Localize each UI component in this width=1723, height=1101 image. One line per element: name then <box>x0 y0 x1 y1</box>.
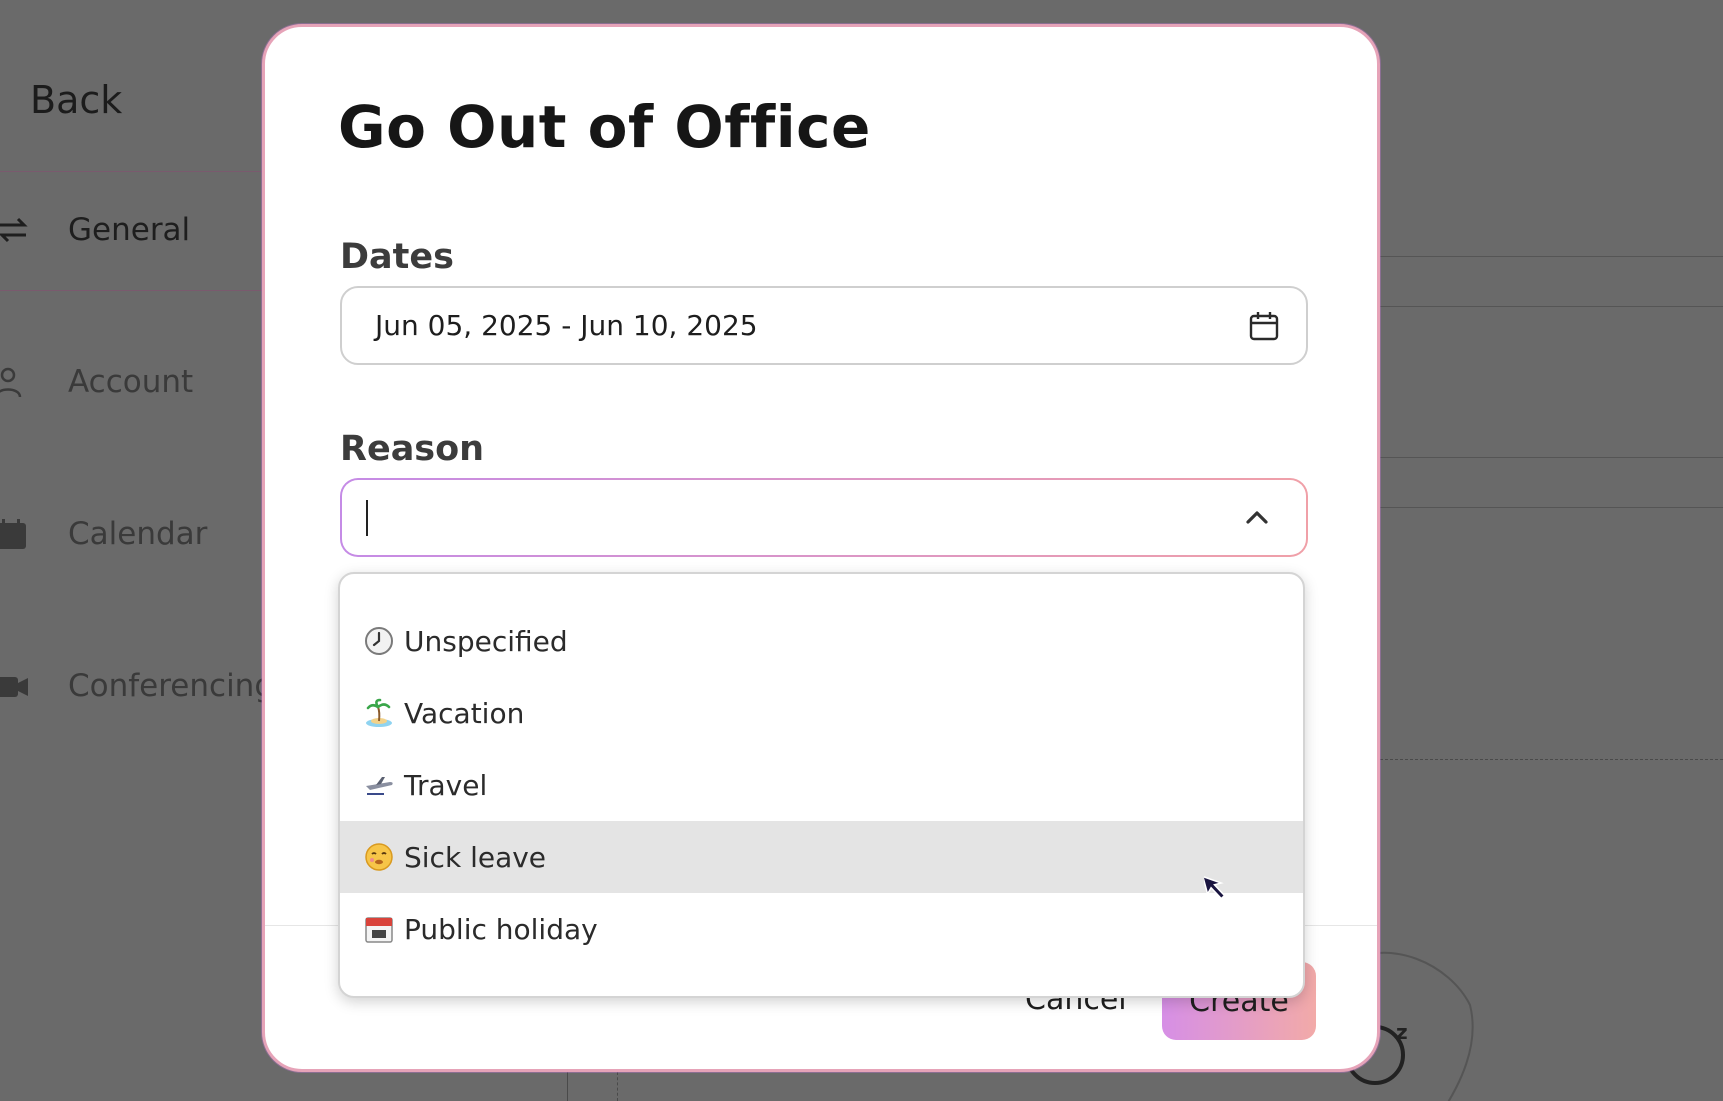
divider <box>0 290 262 291</box>
divider <box>617 1072 618 1101</box>
sidebar-item-account[interactable]: Account <box>0 364 193 400</box>
chevron-up-icon[interactable] <box>1242 502 1272 532</box>
reason-select[interactable] <box>340 478 1308 557</box>
dialog-title: Go Out of Office <box>338 93 871 161</box>
divider <box>1380 306 1723 307</box>
sidebar-item-label: Conferencing <box>68 668 275 704</box>
divider <box>0 171 262 172</box>
option-travel[interactable]: Travel <box>340 749 1303 821</box>
dates-label: Dates <box>340 237 454 277</box>
video-icon <box>0 677 28 697</box>
mouse-cursor <box>1204 875 1226 900</box>
calendar-icon[interactable] <box>1248 310 1280 342</box>
sidebar-item-calendar[interactable]: Calendar <box>0 516 207 552</box>
divider <box>1380 256 1723 257</box>
airplane-icon <box>366 777 393 795</box>
option-label: Unspecified <box>404 624 568 658</box>
option-vacation[interactable]: Vacation <box>340 677 1303 749</box>
reason-input[interactable] <box>364 490 1164 545</box>
text-caret <box>366 500 368 536</box>
date-range-field[interactable]: Jun 05, 2025 - Jun 10, 2025 <box>340 286 1308 365</box>
sidebar-item-general[interactable]: General <box>0 212 190 248</box>
sidebar-item-label: Calendar <box>68 516 208 552</box>
option-public-holiday[interactable]: Public holiday <box>340 893 1303 965</box>
back-link[interactable]: Back <box>30 78 122 122</box>
divider <box>1380 759 1723 760</box>
reason-dropdown-list: Unspecified Vacation Travel Sick leave P… <box>338 572 1305 998</box>
repeat-icon <box>0 217 28 243</box>
sick-face-icon <box>365 843 393 871</box>
svg-text:z: z <box>1396 1020 1408 1044</box>
sidebar-item-conferencing[interactable]: Conferencing <box>0 668 274 704</box>
sidebar-item-label: General <box>68 212 191 248</box>
calendar-date-icon <box>365 917 393 943</box>
divider <box>567 1072 568 1101</box>
option-label: Vacation <box>404 696 525 730</box>
option-sick-leave[interactable]: Sick leave <box>340 821 1303 893</box>
sidebar-item-label: Account <box>68 364 194 400</box>
option-label: Sick leave <box>404 840 547 874</box>
calendar-icon <box>0 519 26 549</box>
clock-icon <box>365 627 393 655</box>
island-icon <box>366 698 392 727</box>
option-label: Public holiday <box>404 912 598 946</box>
date-range-value: Jun 05, 2025 - Jun 10, 2025 <box>375 309 758 342</box>
option-unspecified[interactable]: Unspecified <box>340 605 1303 677</box>
divider <box>1380 457 1723 458</box>
user-icon <box>0 367 22 398</box>
divider <box>1380 507 1723 508</box>
reason-label: Reason <box>340 429 485 469</box>
option-label: Travel <box>404 768 488 802</box>
